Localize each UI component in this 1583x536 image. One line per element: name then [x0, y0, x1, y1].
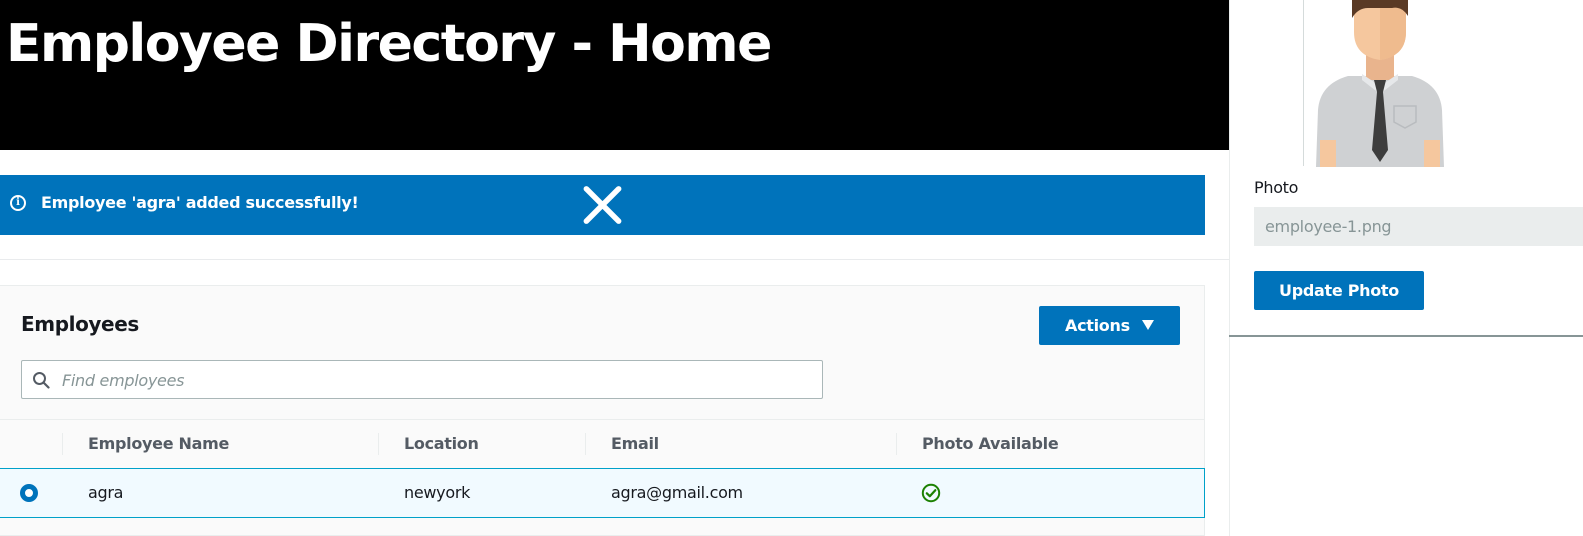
- column-separator: [896, 433, 897, 455]
- actions-label: Actions: [1065, 316, 1130, 335]
- divider: [1303, 0, 1304, 166]
- page-title: Employee Directory - Home: [6, 14, 772, 74]
- side-panel-border: [1229, 0, 1230, 536]
- column-header-email[interactable]: Email: [611, 434, 659, 453]
- page-header: Employee Directory - Home: [0, 0, 1229, 150]
- caret-down-icon: [1142, 320, 1154, 330]
- actions-button[interactable]: Actions: [1039, 306, 1180, 345]
- search-icon: [33, 372, 50, 389]
- column-header-employee-name[interactable]: Employee Name: [88, 434, 229, 453]
- column-header-location[interactable]: Location: [404, 434, 479, 453]
- search-box: [21, 360, 823, 399]
- cell-employee-name: agra: [88, 483, 124, 502]
- column-header-photo-available[interactable]: Photo Available: [922, 434, 1059, 453]
- row-select-radio[interactable]: [20, 484, 38, 502]
- panel-title: Employees: [21, 312, 139, 336]
- cell-email: agra@gmail.com: [611, 483, 743, 502]
- search-input[interactable]: [60, 365, 804, 396]
- table-header: Employee Name Location Email Photo Avail…: [0, 419, 1205, 468]
- cell-location: newyork: [404, 483, 471, 502]
- update-photo-button[interactable]: Update Photo: [1254, 271, 1424, 310]
- divider: [0, 259, 1229, 260]
- side-panel-divider: [1229, 335, 1583, 337]
- column-separator: [585, 433, 586, 455]
- check-circle-icon: [921, 483, 941, 503]
- column-separator: [62, 433, 63, 455]
- close-icon[interactable]: [0, 175, 1205, 235]
- employee-avatar-icon: [1316, 0, 1444, 167]
- table-row[interactable]: agra newyork agra@gmail.com: [0, 468, 1205, 518]
- photo-filename-field[interactable]: [1254, 207, 1583, 246]
- column-separator: [378, 433, 379, 455]
- photo-label: Photo: [1254, 178, 1299, 197]
